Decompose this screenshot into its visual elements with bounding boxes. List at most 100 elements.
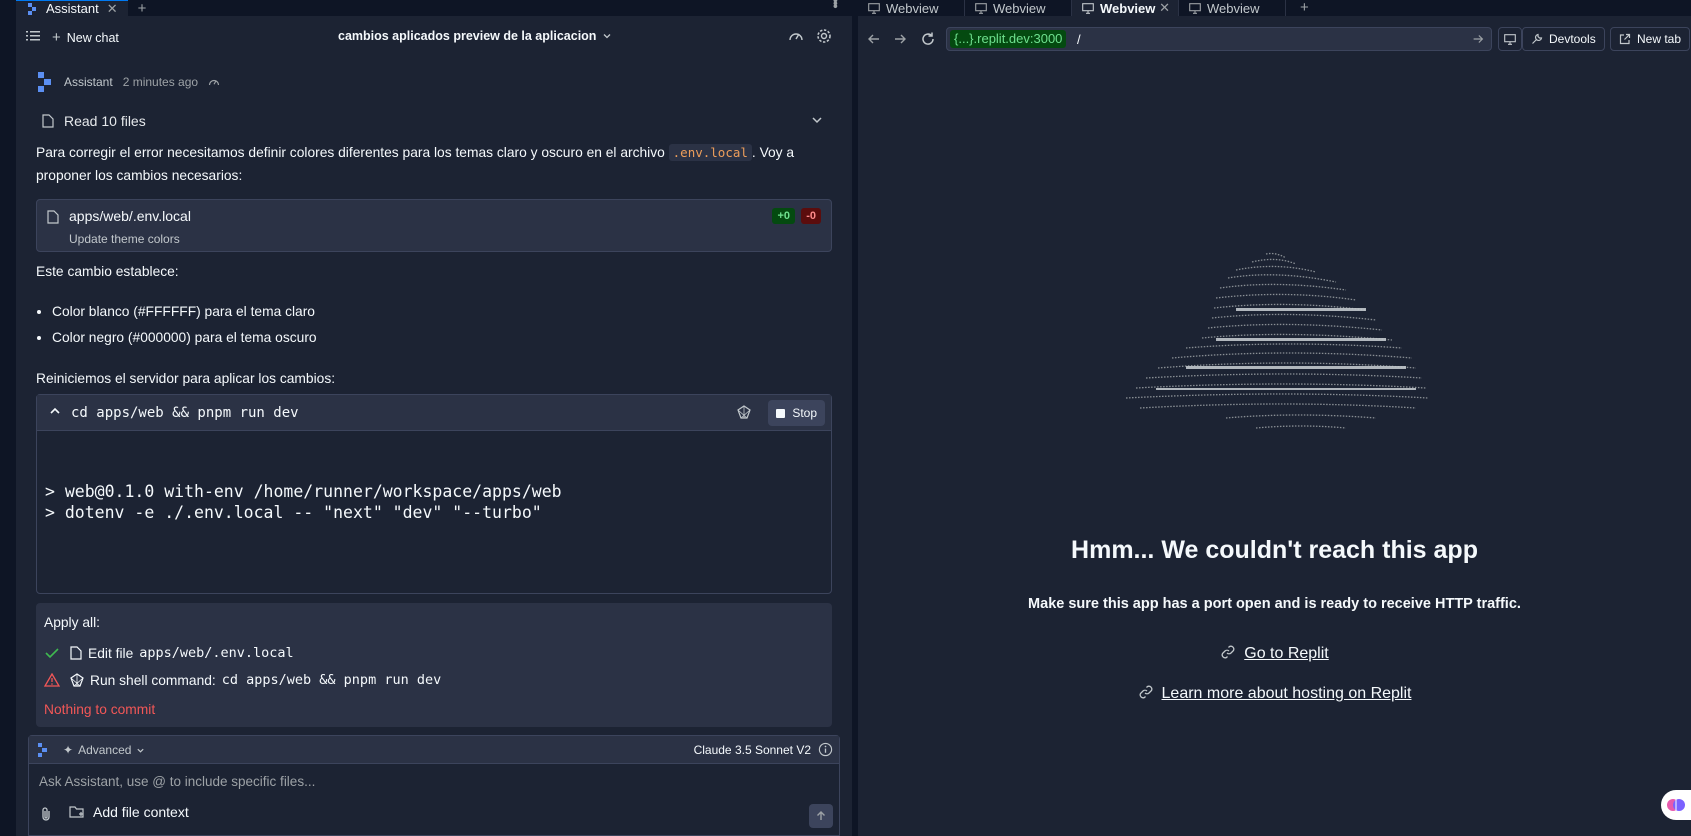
shell-header: cd apps/web && pnpm run dev Stop	[37, 395, 831, 431]
mode-dropdown[interactable]: ✦ Advanced	[63, 743, 145, 757]
left-gutter	[0, 0, 16, 836]
model-selector[interactable]: Claude 3.5 Sonnet V2	[694, 743, 811, 757]
tab-label: Webview	[1207, 0, 1260, 16]
shell-command: cd apps/web && pnpm run dev	[71, 405, 299, 421]
assistant-tabbar: Assistant ✕ + •••	[16, 0, 852, 17]
brain-icon[interactable]	[1661, 790, 1691, 820]
replit-logo-icon	[38, 743, 47, 757]
check-icon	[45, 648, 59, 659]
monitor-icon	[975, 2, 987, 14]
lines-added-badge: +0	[772, 208, 795, 224]
message-timestamp: 2 minutes ago	[122, 75, 199, 89]
caret-up-icon[interactable]	[49, 405, 61, 417]
lines-removed-badge: -0	[801, 208, 821, 224]
nothing-to-commit-text: Nothing to commit	[44, 702, 156, 717]
arrow-right-icon[interactable]	[1471, 32, 1485, 46]
monitor-icon	[1504, 33, 1516, 45]
tab-label: Webview	[1100, 0, 1156, 16]
tab-label: Webview	[886, 0, 939, 16]
devtools-button[interactable]: Devtools	[1522, 27, 1605, 51]
edit-file-path: apps/web/.env.local	[139, 645, 294, 661]
shell-output-line: > dotenv -e ./.env.local -- "next" "dev"…	[45, 503, 542, 522]
chevron-down-icon	[812, 117, 822, 124]
url-bar[interactable]: {...}.replit.dev:3000 /	[946, 27, 1492, 51]
stop-label: Stop	[792, 406, 817, 420]
sparkle-icon: ✦	[63, 743, 74, 757]
link-icon	[1221, 645, 1235, 659]
speedometer-icon	[208, 79, 220, 86]
new-chat-button[interactable]: + New chat	[52, 29, 119, 46]
chevron-down-icon	[603, 34, 611, 39]
tab-assistant[interactable]: Assistant ✕	[16, 0, 128, 16]
tab-webview-2[interactable]: Webview	[965, 0, 1072, 16]
message-meta: Assistant 2 minutes ago	[36, 72, 220, 92]
send-button[interactable]	[809, 804, 833, 828]
gear-icon[interactable]	[816, 28, 832, 44]
file-path: apps/web/.env.local	[69, 208, 191, 224]
tab-webview-4[interactable]: Webview	[1179, 0, 1286, 16]
webview-tabbar: Webview Webview Webview ✕ Webview +	[858, 0, 1691, 16]
composer-toolbar: ✦ Advanced Claude 3.5 Sonnet V2	[29, 736, 839, 764]
file-description: Update theme colors	[69, 232, 180, 246]
send-icon	[817, 811, 825, 820]
file-icon	[42, 114, 54, 128]
prompt-input[interactable]	[39, 774, 819, 789]
speedometer-icon[interactable]	[788, 28, 804, 44]
error-subtitle: Make sure this app has a port open and i…	[1028, 596, 1521, 612]
edit-prefix: Edit file	[88, 645, 134, 661]
chat-header: + New chat cambios aplicados preview de …	[16, 20, 852, 54]
changes-list: Color blanco (#FFFFFF) para el tema clar…	[52, 299, 317, 351]
devtools-label: Devtools	[1549, 32, 1596, 46]
arrow-left-icon[interactable]	[866, 31, 882, 47]
list-item: Color blanco (#FFFFFF) para el tema clar…	[52, 299, 317, 325]
link-icon	[1139, 685, 1152, 699]
arrow-right-icon[interactable]	[892, 31, 908, 47]
new-tab-plus-icon[interactable]: +	[1300, 0, 1309, 16]
new-tab-plus-icon[interactable]: +	[138, 0, 147, 17]
apply-row-edit: Edit file apps/web/.env.local	[44, 645, 294, 661]
monitor-icon	[1082, 2, 1094, 14]
url-toolbar: {...}.replit.dev:3000 / Devtools New tab	[858, 24, 1691, 54]
chat-title: cambios aplicados preview de la aplicaci…	[338, 29, 597, 43]
plus-icon: +	[52, 29, 61, 46]
device-preview-button[interactable]	[1498, 27, 1522, 51]
read-files-collapsible[interactable]: Read 10 files	[36, 108, 832, 134]
monitor-icon	[868, 2, 880, 14]
url-host: {...}.replit.dev:3000	[950, 30, 1067, 48]
inline-code: .env.local	[668, 144, 752, 161]
tab-webview-3[interactable]: Webview ✕	[1072, 0, 1179, 16]
cloud-ascii-art	[1125, 252, 1429, 429]
go-to-replit-link[interactable]: Go to Replit	[858, 644, 1691, 663]
chat-title-dropdown[interactable]: cambios aplicados preview de la aplicaci…	[338, 29, 612, 43]
info-icon[interactable]	[818, 742, 833, 757]
close-tab-icon[interactable]: ✕	[107, 1, 118, 17]
hosting-info-link[interactable]: Learn more about hosting on Replit	[858, 684, 1691, 703]
paperclip-icon[interactable]	[39, 806, 53, 822]
mode-label: Advanced	[78, 743, 132, 757]
reload-icon[interactable]	[920, 31, 936, 47]
close-tab-icon[interactable]: ✕	[1159, 0, 1170, 16]
assistant-pane: Assistant ✕ + ••• + New chat cambios apl…	[0, 0, 852, 836]
more-options-icon[interactable]: •••	[828, 0, 844, 7]
file-icon	[47, 210, 59, 224]
message-intro: Para corregir el error necesitamos defin…	[36, 141, 836, 187]
tab-label: Webview	[993, 0, 1046, 16]
list-icon[interactable]	[26, 30, 40, 42]
explain-text: Este cambio establece:	[36, 264, 179, 279]
add-file-context-button[interactable]: Add file context	[69, 804, 189, 820]
replit-logo-icon	[38, 72, 51, 92]
stop-button[interactable]: Stop	[768, 400, 825, 426]
url-path: /	[1077, 32, 1081, 47]
shell-icon	[70, 673, 84, 687]
external-link-icon	[1619, 33, 1631, 45]
file-change-card[interactable]: apps/web/.env.local Update theme colors …	[36, 199, 832, 252]
new-tab-button[interactable]: New tab	[1610, 27, 1691, 51]
add-context-icon	[69, 806, 84, 818]
tab-webview-1[interactable]: Webview	[858, 0, 965, 16]
author-name: Assistant	[64, 75, 113, 89]
file-icon	[70, 646, 82, 660]
new-tab-label: New tab	[1637, 32, 1682, 46]
hosting-info-label: Learn more about hosting on Replit	[1161, 685, 1412, 702]
list-item: Color negro (#000000) para el tema oscur…	[52, 325, 317, 351]
error-title: Hmm... We couldn't reach this app	[1071, 536, 1478, 564]
